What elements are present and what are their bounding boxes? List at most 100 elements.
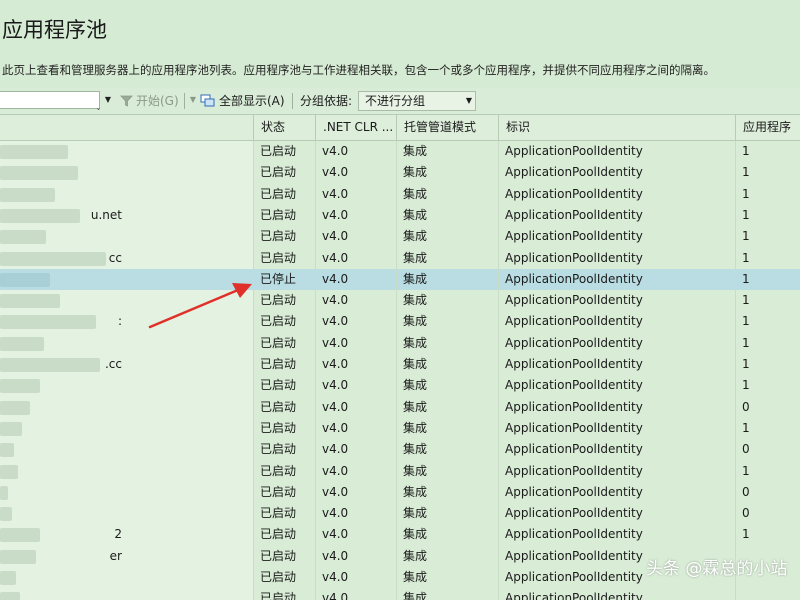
cell-name bbox=[0, 333, 122, 354]
cell-pipeline: 集成 bbox=[403, 420, 428, 435]
cell-identity: ApplicationPoolIdentity bbox=[505, 591, 643, 600]
table-row[interactable]: 已启动 v4.0 集成 ApplicationPoolIdentity 1 bbox=[0, 184, 800, 205]
table-row[interactable]: cc 已启动 v4.0 集成 ApplicationPoolIdentity 1 bbox=[0, 248, 800, 269]
cell-status: 已启动 bbox=[260, 207, 297, 222]
cell-name bbox=[0, 290, 122, 311]
cell-identity: ApplicationPoolIdentity bbox=[505, 357, 643, 371]
cell-identity: ApplicationPoolIdentity bbox=[505, 335, 643, 350]
cell-pipeline: 集成 bbox=[403, 484, 428, 499]
group-by-select[interactable]: 不进行分组 ▼ bbox=[358, 91, 476, 111]
cell-clr: v4.0 bbox=[322, 144, 349, 158]
cell-apps: 1 bbox=[742, 420, 750, 435]
show-all-button[interactable]: 全部显示(A) bbox=[200, 92, 285, 110]
cell-pipeline: 集成 bbox=[403, 144, 428, 158]
cell-status: 已启动 bbox=[260, 399, 297, 414]
cell-identity: ApplicationPoolIdentity bbox=[505, 463, 643, 478]
filter-dropdown-button[interactable]: ▼ bbox=[101, 91, 115, 109]
table-row[interactable]: 已停止 v4.0 集成 ApplicationPoolIdentity 1 bbox=[0, 268, 800, 290]
cell-apps: 0 bbox=[742, 484, 750, 499]
table-row[interactable]: 已启动 v4.0 集成 ApplicationPoolIdentity 1 bbox=[0, 333, 800, 354]
cell-name bbox=[0, 439, 122, 460]
cell-clr: v4.0 bbox=[322, 591, 349, 600]
column-header-identity[interactable]: 标识 bbox=[498, 115, 735, 140]
cell-name bbox=[0, 397, 122, 418]
cell-pipeline: 集成 bbox=[403, 378, 428, 393]
cell-apps: 1 bbox=[742, 250, 750, 265]
start-dropdown-arrow[interactable]: ▼ bbox=[186, 91, 200, 109]
cell-identity: ApplicationPoolIdentity bbox=[505, 442, 643, 457]
cell-clr: v4.0 bbox=[322, 186, 349, 201]
start-filter-button[interactable]: 开始(G) bbox=[120, 92, 179, 110]
cell-identity: ApplicationPoolIdentity bbox=[505, 420, 643, 435]
column-divider bbox=[735, 141, 736, 600]
column-divider bbox=[253, 141, 254, 600]
cell-name bbox=[0, 418, 122, 439]
cell-name bbox=[0, 226, 122, 247]
app-pool-grid: 已启动 v4.0 集成 ApplicationPoolIdentity 1 已启动 v4.0… bbox=[0, 141, 800, 600]
cell-name bbox=[0, 567, 122, 588]
cell-name: er bbox=[109, 548, 122, 563]
cell-name bbox=[0, 375, 122, 396]
cell-pipeline: 集成 bbox=[403, 570, 428, 584]
cell-apps: 1 bbox=[742, 165, 750, 180]
table-row[interactable]: : 已启动 v4.0 集成 ApplicationPoolIdentity 1 bbox=[0, 311, 800, 332]
table-row[interactable]: 已启动 v4.0 集成 ApplicationPoolIdentity 0 bbox=[0, 482, 800, 503]
cell-identity: ApplicationPoolIdentity bbox=[505, 165, 643, 180]
cell-clr: v4.0 bbox=[322, 165, 349, 180]
cell-clr: v4.0 bbox=[322, 420, 349, 435]
cell-apps: 1 bbox=[742, 527, 750, 542]
column-header-clr[interactable]: .NET CLR ... bbox=[315, 115, 396, 140]
show-all-label: 全部显示(A) bbox=[219, 94, 285, 108]
column-header-status[interactable]: 状态 bbox=[253, 115, 315, 140]
cell-clr: v4.0 bbox=[322, 293, 349, 308]
table-row[interactable]: 已启动 v4.0 集成 ApplicationPoolIdentity 1 bbox=[0, 461, 800, 482]
column-header-row: 状态 .NET CLR ... 托管管道模式 标识 应用程序 bbox=[0, 115, 800, 141]
table-row[interactable]: 已启动 v4.0 集成 ApplicationPoolIdentity 0 bbox=[0, 397, 800, 418]
cell-status: 已启动 bbox=[260, 144, 297, 158]
table-row[interactable]: 已启动 v4.0 集成 ApplicationPoolIdentity 1 bbox=[0, 418, 800, 439]
column-header-name[interactable] bbox=[0, 115, 253, 140]
cell-pipeline: 集成 bbox=[403, 442, 428, 457]
cell-name: cc bbox=[108, 250, 122, 265]
column-divider bbox=[315, 141, 316, 600]
cell-apps: 0 bbox=[742, 442, 750, 457]
cell-apps: 1 bbox=[742, 378, 750, 393]
cell-status: 已停止 bbox=[260, 271, 297, 286]
table-row[interactable]: 已启动 v4.0 集成 ApplicationPoolIdentity 1 bbox=[0, 290, 800, 311]
column-header-apps[interactable]: 应用程序 bbox=[735, 115, 800, 140]
cell-clr: v4.0 bbox=[322, 229, 349, 244]
cell-pipeline: 集成 bbox=[403, 293, 428, 308]
table-row[interactable]: 已启动 v4.0 集成 ApplicationPoolIdentity 1 bbox=[0, 162, 800, 183]
table-row[interactable]: 已启动 v4.0 集成 ApplicationPoolIdentity 1 bbox=[0, 226, 800, 247]
cell-identity: ApplicationPoolIdentity bbox=[505, 314, 643, 329]
table-row[interactable]: 已启动 v4.0 集成 ApplicationPoolIdentity bbox=[0, 588, 800, 600]
cell-identity: ApplicationPoolIdentity bbox=[505, 271, 643, 286]
table-row[interactable]: 已启动 v4.0 集成 ApplicationPoolIdentity 1 bbox=[0, 141, 800, 162]
page-title: 应用程序池 bbox=[2, 18, 107, 42]
filter-input[interactable] bbox=[0, 91, 100, 109]
table-row[interactable]: 2 已启动 v4.0 集成 ApplicationPoolIdentity 1 bbox=[0, 524, 800, 545]
filter-toolbar: ▼ 开始(G) ▼ 全部显示(A) 分组依据: 不进行分组 ▼ bbox=[0, 88, 800, 115]
cell-clr: v4.0 bbox=[322, 314, 349, 329]
group-by-value: 不进行分组 bbox=[365, 94, 426, 108]
table-row[interactable]: 已启动 v4.0 集成 ApplicationPoolIdentity 1 bbox=[0, 375, 800, 396]
cell-identity: ApplicationPoolIdentity bbox=[505, 506, 643, 521]
table-row[interactable]: 已启动 v4.0 集成 ApplicationPoolIdentity 0 bbox=[0, 439, 800, 460]
cell-pipeline: 集成 bbox=[403, 314, 428, 329]
cell-clr: v4.0 bbox=[322, 250, 349, 265]
cell-name: : bbox=[117, 314, 122, 329]
cell-status: 已启动 bbox=[260, 378, 297, 393]
cell-pipeline: 集成 bbox=[403, 207, 428, 222]
cell-identity: ApplicationPoolIdentity bbox=[505, 186, 643, 201]
table-row[interactable]: u.net 已启动 v4.0 集成 ApplicationPoolIdentity 1 bbox=[0, 205, 800, 226]
cell-clr: v4.0 bbox=[322, 570, 349, 584]
cell-name bbox=[0, 503, 122, 524]
cell-apps: 1 bbox=[742, 144, 750, 158]
column-divider bbox=[396, 141, 397, 600]
table-row[interactable]: .cc 已启动 v4.0 集成 ApplicationPoolIdentity 1 bbox=[0, 354, 800, 375]
page-description: 此页上查看和管理服务器上的应用程序池列表。应用程序池与工作进程相关联，包含一个或… bbox=[2, 63, 715, 77]
cell-pipeline: 集成 bbox=[403, 165, 428, 180]
column-header-pipeline[interactable]: 托管管道模式 bbox=[396, 115, 498, 140]
table-row[interactable]: 已启动 v4.0 集成 ApplicationPoolIdentity 0 bbox=[0, 503, 800, 524]
watermark: 头条 @霖总的小站 bbox=[646, 559, 788, 579]
